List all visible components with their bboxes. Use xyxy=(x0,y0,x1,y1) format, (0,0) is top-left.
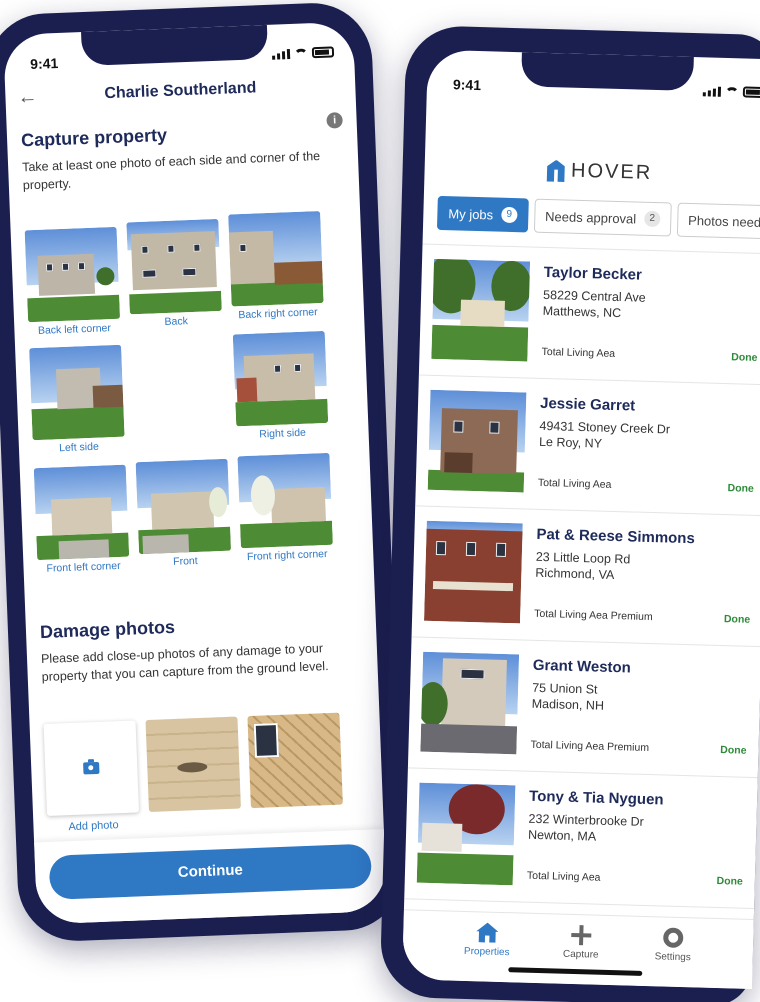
status-badge: Done xyxy=(720,744,747,757)
status-badge: Done xyxy=(716,874,744,888)
job-city: Madison, NH xyxy=(531,696,605,713)
photo-label: Back left corner xyxy=(37,322,112,337)
top-bar: ← Charlie Southerland xyxy=(5,72,356,115)
photo-label: Right side xyxy=(259,426,307,441)
job-list-item[interactable]: Pat & Reese Simmons 23 Little Loop Rd Ri… xyxy=(411,506,760,648)
home-indicator xyxy=(508,967,643,976)
status-badge: Done xyxy=(723,613,751,626)
job-photo xyxy=(424,520,523,624)
damage-photo[interactable] xyxy=(247,712,343,809)
hover-logo-icon xyxy=(547,159,566,181)
damage-description: Please add close-up photos of any damage… xyxy=(40,641,329,685)
photo-label: Back right corner xyxy=(238,306,318,322)
job-area: Total Living Aea Premium xyxy=(530,738,650,755)
job-area: Total Living Aea xyxy=(526,869,601,884)
tab-my-jobs[interactable]: My jobs 9 xyxy=(436,195,529,233)
job-area: Total Living Aea Premium xyxy=(534,607,653,624)
tabbar-capture[interactable]: Capture xyxy=(541,924,622,961)
status-badge: Done xyxy=(727,482,754,495)
job-list-item[interactable]: Tony & Tia Nyguen 232 Winterbrooke Dr Ne… xyxy=(404,768,758,910)
job-list-item[interactable]: Jessie Garret 49431 Stoney Creek Dr Le R… xyxy=(415,375,760,517)
continue-button[interactable]: Continue xyxy=(48,843,373,900)
capture-title: Capture property xyxy=(20,124,168,151)
photo-label: Front right corner xyxy=(246,547,328,564)
photo-front[interactable]: Front xyxy=(135,458,232,569)
tab-count-badge: 9 xyxy=(500,206,518,224)
capture-photo-grid: Back left corner Back Back right corner xyxy=(24,211,333,575)
photo-right-side[interactable]: Right side xyxy=(232,330,329,441)
job-photo xyxy=(416,782,516,886)
job-area: Total Living Aea xyxy=(541,345,616,360)
gear-icon xyxy=(662,927,684,949)
job-photo xyxy=(420,651,520,755)
job-city: Le Roy, NY xyxy=(538,434,603,451)
signal-icon xyxy=(702,86,722,97)
left-phone: 9:41 ← Charlie Southerland i Capture pro… xyxy=(0,0,406,944)
camera-icon xyxy=(83,761,100,775)
info-icon[interactable]: i xyxy=(326,112,343,129)
job-photo xyxy=(431,258,531,362)
wifi-icon xyxy=(293,48,309,59)
job-list-item[interactable]: Grant Weston 75 Union St Madison, NH Tot… xyxy=(407,637,760,779)
job-photo xyxy=(427,389,527,493)
job-list: Taylor Becker 58229 Central Ave Matthews… xyxy=(403,243,760,920)
photo-label: Front xyxy=(172,554,198,568)
job-name: Taylor Becker xyxy=(543,263,643,284)
tabbar-settings[interactable]: Settings xyxy=(633,927,714,964)
damage-photo-row: Add photo xyxy=(43,712,348,843)
job-tabs: My jobs 9 Needs approval 2 Photos needed xyxy=(436,195,760,240)
battery-icon xyxy=(311,46,335,59)
capture-description: Take at least one photo of each side and… xyxy=(21,148,321,193)
damage-photo[interactable] xyxy=(145,716,241,813)
tab-photos-needed[interactable]: Photos needed xyxy=(676,202,760,240)
job-street: 232 Winterbrooke Dr xyxy=(528,811,645,829)
job-name: Grant Weston xyxy=(532,656,632,677)
tabbar-properties[interactable]: Properties xyxy=(447,921,528,958)
home-icon xyxy=(476,922,499,943)
right-phone-screen: 9:41 HOVER My jobs 9 Needs approval 2 Ph… xyxy=(401,49,760,990)
job-name: Pat & Reese Simmons xyxy=(536,525,696,548)
photo-label: Back xyxy=(164,315,189,329)
photo-front-right-corner[interactable]: Front right corner xyxy=(237,452,333,564)
job-street: 23 Little Loop Rd xyxy=(535,549,631,567)
add-photo-label[interactable]: Add photo xyxy=(47,818,139,834)
photo-back-left-corner[interactable]: Back left corner xyxy=(24,226,121,337)
add-photo-button[interactable] xyxy=(43,720,140,816)
job-city: Newton, MA xyxy=(527,827,597,844)
signal-icon xyxy=(272,49,291,60)
bottom-tab-bar: Properties Capture Settings xyxy=(401,909,754,990)
wifi-icon xyxy=(724,86,740,98)
phone-notch xyxy=(520,52,694,92)
job-list-item[interactable]: Taylor Becker 58229 Central Ave Matthews… xyxy=(418,244,760,386)
job-street: 58229 Central Ave xyxy=(542,287,646,305)
right-phone: 9:41 HOVER My jobs 9 Needs approval 2 Ph… xyxy=(379,24,760,1002)
continue-footer: Continue xyxy=(34,829,387,925)
job-street: 75 Union St xyxy=(531,680,598,697)
page-title: Charlie Southerland xyxy=(104,79,257,103)
photo-back-right-corner[interactable]: Back right corner xyxy=(228,211,324,321)
photo-left-side[interactable]: Left side xyxy=(29,344,125,455)
photo-back[interactable]: Back xyxy=(126,218,222,329)
status-time: 9:41 xyxy=(452,76,482,94)
plus-icon xyxy=(571,925,592,946)
job-name: Jessie Garret xyxy=(539,394,636,415)
job-area: Total Living Aea xyxy=(537,476,612,491)
hover-logo: HOVER xyxy=(424,156,760,192)
job-name: Tony & Tia Nyguen xyxy=(528,787,664,809)
phone-notch xyxy=(81,24,269,67)
damage-title: Damage photos xyxy=(39,616,176,643)
left-phone-screen: 9:41 ← Charlie Southerland i Capture pro… xyxy=(3,21,387,925)
status-badge: Done xyxy=(731,351,758,364)
battery-icon xyxy=(742,86,760,99)
job-street: 49431 Stoney Creek Dr xyxy=(539,418,671,437)
tab-needs-approval[interactable]: Needs approval 2 xyxy=(533,198,672,237)
photo-label: Left side xyxy=(58,440,100,455)
tab-count-badge: 2 xyxy=(643,210,661,228)
photo-front-left-corner[interactable]: Front left corner xyxy=(33,464,130,575)
status-time: 9:41 xyxy=(29,54,59,73)
job-city: Richmond, VA xyxy=(535,565,615,583)
job-city: Matthews, NC xyxy=(542,303,622,321)
photo-label: Front left corner xyxy=(46,559,121,575)
